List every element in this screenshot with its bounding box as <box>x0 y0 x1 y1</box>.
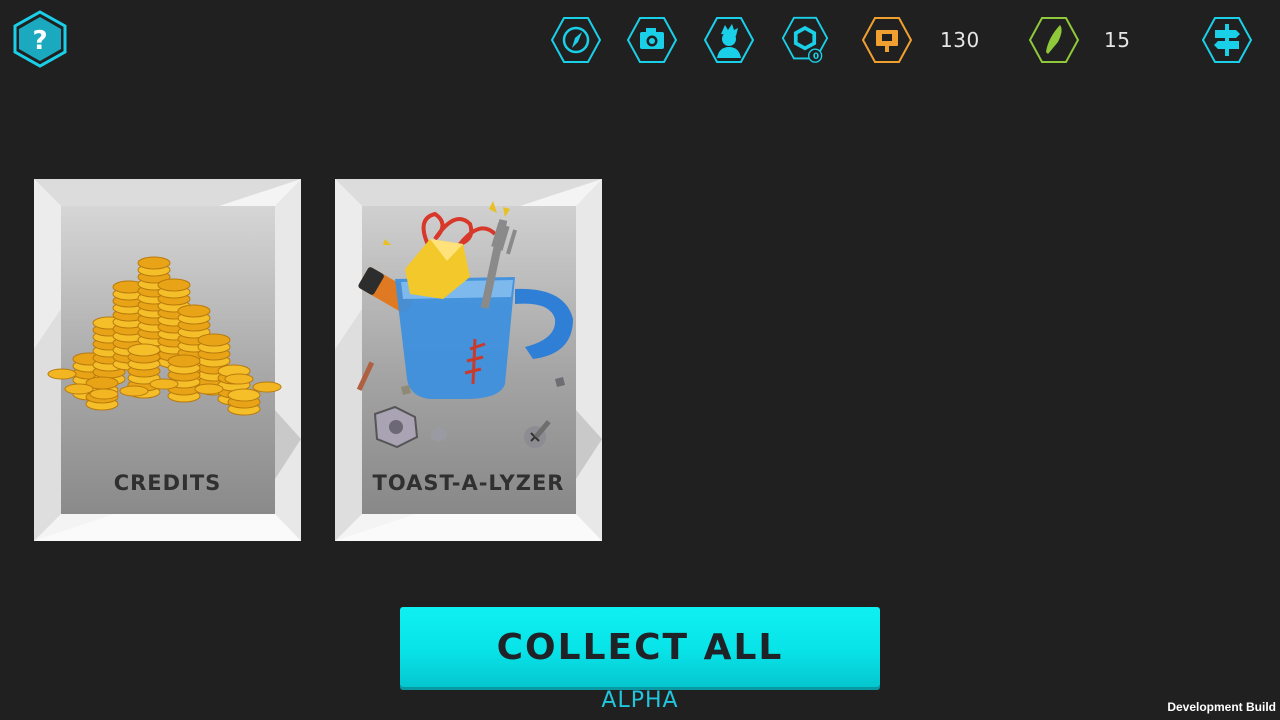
parts-button[interactable]: 0 <box>779 16 831 64</box>
development-build-label: Development Build <box>1167 700 1276 714</box>
collect-all-label: COLLECT ALL <box>496 626 784 668</box>
avatar-icon <box>703 17 755 63</box>
camera-button[interactable] <box>626 16 678 64</box>
crystal-icon <box>1028 17 1080 63</box>
credits-icon <box>861 17 913 63</box>
credits-currency-button[interactable] <box>861 16 913 64</box>
reward-card-credits[interactable]: CREDITS <box>34 179 301 541</box>
reward-card-label: CREDITS <box>113 471 222 495</box>
reward-card-toast-a-lyzer[interactable]: TOAST-A-LYZER <box>335 179 602 541</box>
rewards-screen: ? 0 130 15 CREDITS TOAST-A-LYZER COLLECT… <box>0 0 1280 720</box>
map-button[interactable] <box>1201 16 1253 64</box>
parts-badge-count: 0 <box>812 52 820 62</box>
crystal-amount: 15 <box>1104 28 1131 52</box>
camera-icon <box>626 17 678 63</box>
help-button[interactable]: ? <box>12 10 68 68</box>
explore-button[interactable] <box>550 16 602 64</box>
parts-icon <box>781 16 829 63</box>
crystal-currency-button[interactable] <box>1028 16 1080 64</box>
credits-amount: 130 <box>940 28 980 52</box>
question-mark-icon: ? <box>13 10 67 68</box>
collect-all-button[interactable]: COLLECT ALL <box>400 607 880 687</box>
profile-button[interactable] <box>703 16 755 64</box>
signpost-icon <box>1201 17 1253 63</box>
svg-text:?: ? <box>32 26 47 56</box>
build-channel-label: ALPHA <box>601 688 679 713</box>
compass-icon <box>550 17 602 63</box>
reward-card-label: TOAST-A-LYZER <box>372 471 565 495</box>
